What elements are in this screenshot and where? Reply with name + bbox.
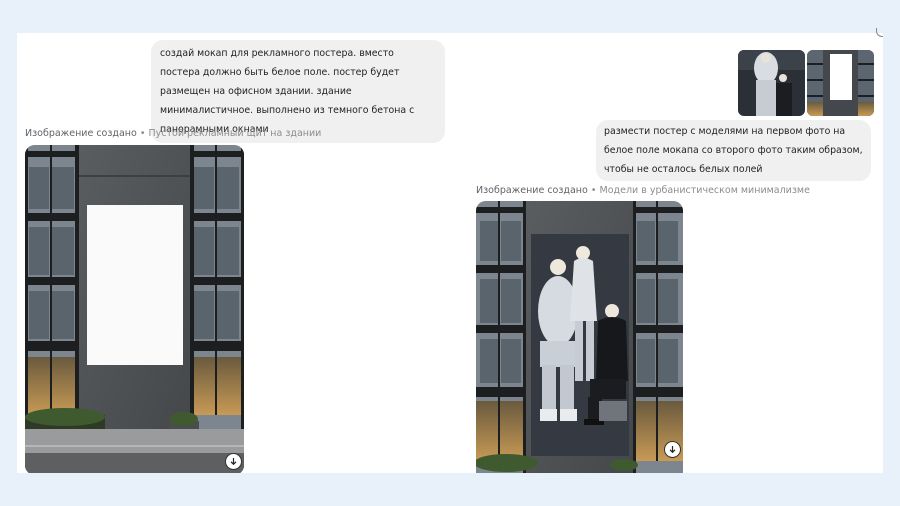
models-billboard-image (476, 201, 683, 473)
image-title: Пустой рекламный щит на здании (148, 128, 322, 139)
models-photo (738, 50, 805, 116)
billboard-image (25, 145, 244, 473)
caption-separator: • (590, 185, 597, 196)
attachment-thumbnail[interactable] (807, 50, 874, 116)
chat-panel: создай мокап для рекламного постера. вме… (17, 33, 883, 473)
attachment-thumbnail[interactable] (738, 50, 805, 116)
caption-separator: • (139, 128, 146, 139)
image-title: Модели в урбанистическом минимализме (599, 185, 810, 196)
generated-image[interactable] (25, 145, 244, 473)
image-status: Изображение создано (476, 185, 588, 196)
mockup-photo (807, 50, 874, 116)
image-caption: Изображение создано • Модели в урбанисти… (476, 185, 810, 196)
image-status: Изображение создано (25, 128, 137, 139)
image-caption: Изображение создано • Пустой рекламный щ… (25, 128, 321, 139)
download-icon[interactable] (664, 441, 681, 458)
generated-image[interactable] (476, 201, 683, 473)
user-message: размести постер с моделями на первом фот… (596, 120, 871, 181)
download-icon[interactable] (225, 453, 242, 470)
